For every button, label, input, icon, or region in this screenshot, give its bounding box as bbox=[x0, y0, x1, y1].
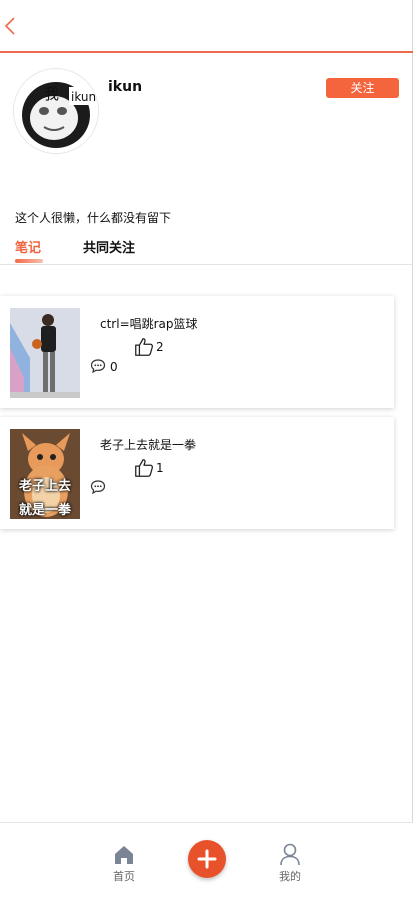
note-title: ctrl=唱跳rap篮球 bbox=[100, 317, 198, 331]
thumbnail-caption-line-2: 就是一拳 bbox=[18, 503, 71, 518]
nav-home-label: 首页 bbox=[113, 870, 135, 883]
user-icon bbox=[280, 843, 300, 866]
plus-icon bbox=[197, 849, 217, 869]
comment-button[interactable] bbox=[90, 479, 130, 495]
avatar[interactable]: 我 ikun bbox=[13, 68, 99, 154]
bottom-nav: 首页 我的 bbox=[0, 822, 413, 897]
like-count: 1 bbox=[156, 461, 164, 475]
svg-text:我: 我 bbox=[44, 85, 59, 103]
note-card[interactable]: ctrl=唱跳rap篮球 2 0 bbox=[0, 296, 394, 408]
like-count: 2 bbox=[156, 340, 164, 354]
back-button[interactable] bbox=[2, 14, 20, 38]
note-thumbnail: 老子上去 就是一拳 bbox=[10, 429, 80, 519]
comment-icon bbox=[90, 480, 106, 495]
like-button[interactable]: 2 bbox=[133, 336, 167, 358]
app-frame: 我 ikun ikun 关注 这个人很懒，什么都没有留下 笔记 共同关注 ctr… bbox=[0, 0, 413, 897]
profile-tabs: 笔记 共同关注 bbox=[0, 235, 413, 265]
nav-home[interactable]: 首页 bbox=[107, 843, 141, 885]
note-title: 老子上去就是一拳 bbox=[100, 438, 197, 452]
comment-icon bbox=[90, 359, 106, 374]
home-icon bbox=[115, 846, 133, 864]
nav-me-label: 我的 bbox=[279, 870, 301, 883]
nav-me[interactable]: 我的 bbox=[273, 843, 307, 885]
thumbs-up-icon bbox=[135, 459, 154, 477]
svg-text:ikun: ikun bbox=[71, 90, 96, 104]
top-bar bbox=[0, 0, 413, 53]
follow-button[interactable]: 关注 bbox=[326, 78, 399, 98]
add-note-button[interactable] bbox=[188, 840, 226, 878]
chevron-left-icon bbox=[4, 17, 15, 35]
thumbs-up-icon bbox=[135, 338, 154, 356]
tab-common-follows[interactable]: 共同关注 bbox=[83, 237, 135, 256]
username: ikun bbox=[108, 79, 143, 95]
active-tab-indicator bbox=[15, 259, 43, 263]
comment-count: 0 bbox=[110, 360, 118, 374]
comment-button[interactable]: 0 bbox=[90, 358, 130, 374]
avatar-image: 我 ikun bbox=[14, 69, 98, 153]
like-button[interactable]: 1 bbox=[133, 457, 167, 479]
note-thumbnail bbox=[10, 308, 80, 398]
tab-notes[interactable]: 笔记 bbox=[15, 237, 41, 256]
note-card[interactable]: 老子上去 就是一拳 老子上去就是一拳 1 bbox=[0, 417, 394, 529]
user-bio: 这个人很懒，什么都没有留下 bbox=[15, 211, 172, 225]
thumbnail-caption-line-1: 老子上去 bbox=[18, 479, 71, 494]
